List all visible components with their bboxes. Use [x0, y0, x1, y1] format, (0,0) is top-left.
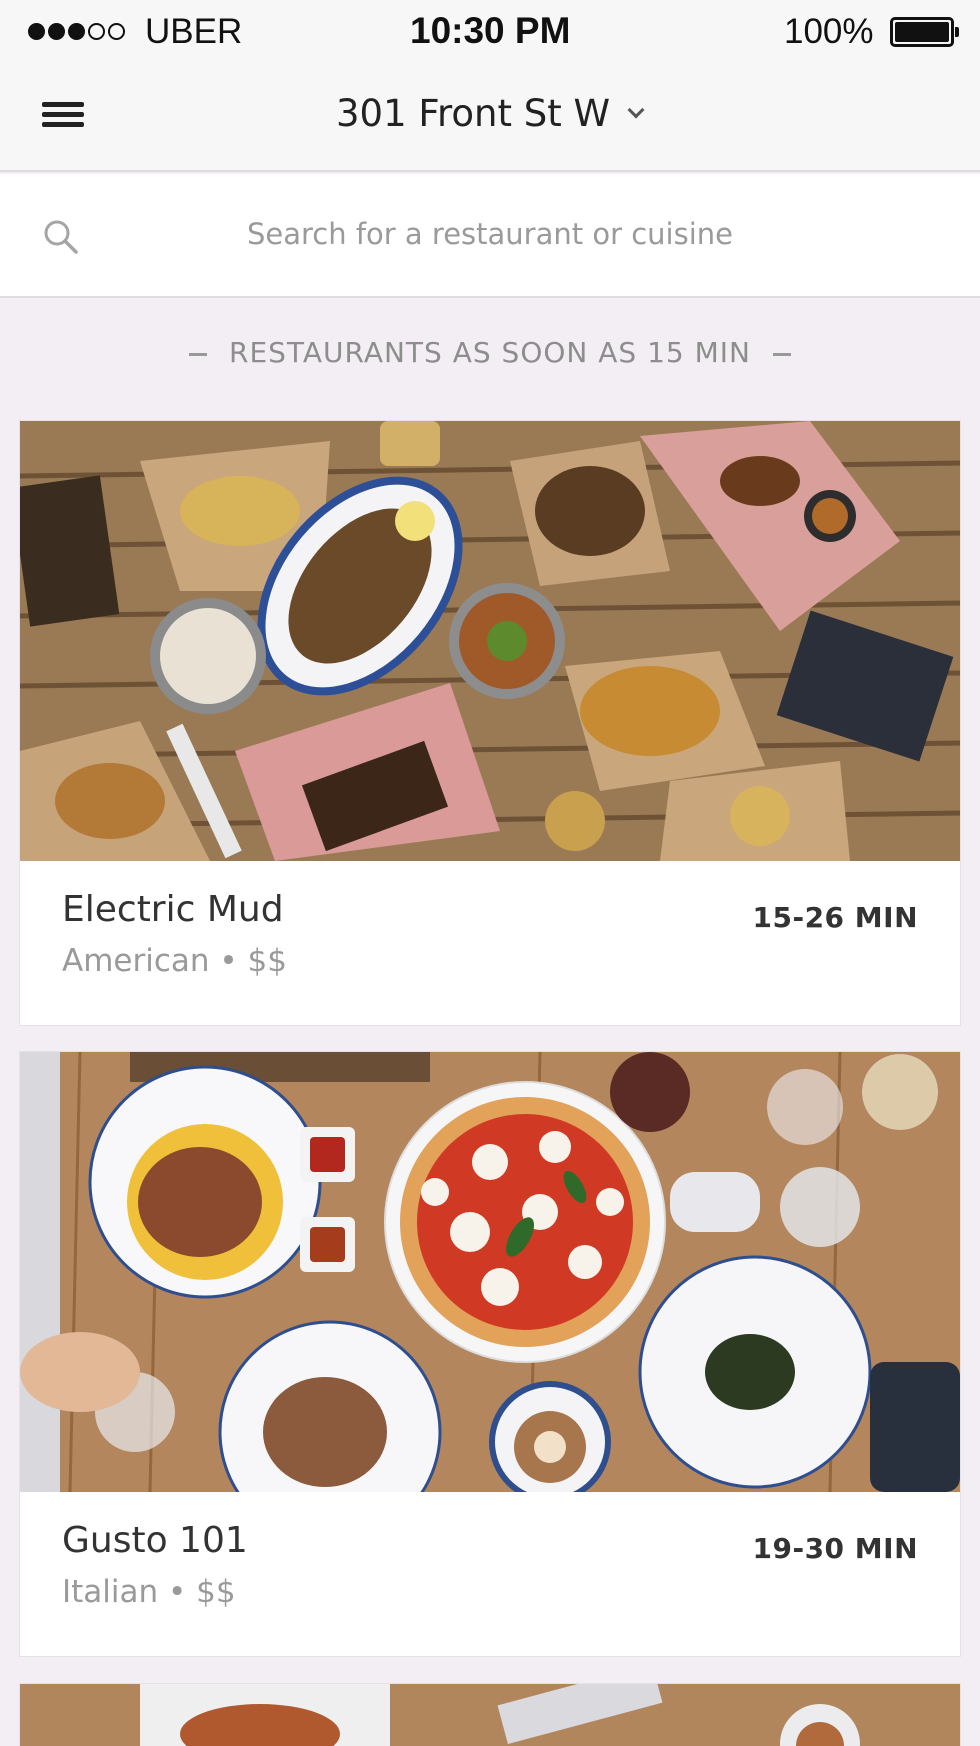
search-icon	[44, 220, 78, 254]
restaurant-card-electric-mud[interactable]: Electric Mud American • $$ 15-26 MIN	[20, 421, 960, 1025]
divider	[772, 352, 791, 356]
restaurant-info: Gusto 101 Italian • $$ 19-30 MIN	[20, 1492, 960, 1656]
search-bar	[0, 174, 980, 298]
restaurant-card-partial[interactable]	[20, 1684, 960, 1746]
restaurant-cuisine-price: American • $$	[62, 943, 287, 979]
status-bar: UBER 10:30 PM 100%	[0, 0, 980, 66]
restaurant-name: Gusto 101	[62, 1520, 248, 1561]
section-header: RESTAURANTS AS SOON AS 15 MIN	[0, 336, 980, 369]
carrier-name: UBER	[145, 12, 243, 51]
restaurant-name: Electric Mud	[62, 889, 284, 930]
chevron-down-icon	[627, 101, 645, 119]
divider	[189, 352, 208, 356]
restaurant-photo	[20, 1052, 960, 1492]
navigation-bar: 301 Front St W	[0, 66, 980, 172]
battery-percentage: 100%	[784, 12, 874, 51]
signal-strength-icon	[28, 22, 125, 40]
search-input[interactable]	[100, 204, 880, 264]
location-label: 301 Front St W	[336, 92, 611, 135]
restaurant-info: Electric Mud American • $$ 15-26 MIN	[20, 861, 960, 1025]
delivery-time-estimate: 15-26 MIN	[752, 901, 918, 934]
delivery-time-estimate: 19-30 MIN	[752, 1532, 918, 1565]
restaurant-photo	[20, 1684, 960, 1746]
hamburger-menu-icon[interactable]	[42, 102, 84, 132]
status-time: 10:30 PM	[410, 10, 571, 51]
restaurant-photo	[20, 421, 960, 861]
section-title: RESTAURANTS AS SOON AS 15 MIN	[229, 336, 751, 369]
battery-icon	[890, 17, 959, 47]
restaurant-card-gusto-101[interactable]: Gusto 101 Italian • $$ 19-30 MIN	[20, 1052, 960, 1656]
location-selector[interactable]: 301 Front St W	[336, 92, 645, 135]
restaurant-cuisine-price: Italian • $$	[62, 1574, 236, 1610]
